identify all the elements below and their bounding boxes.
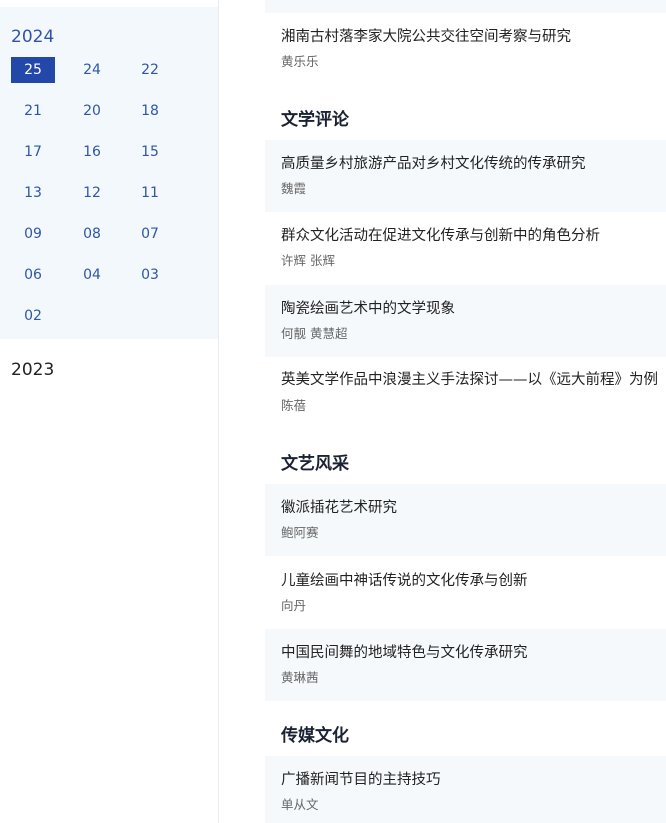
issue-03-button[interactable]: 03 (128, 262, 172, 288)
issue-22-button[interactable]: 22 (128, 57, 172, 83)
issue-13-button[interactable]: 13 (11, 180, 55, 206)
article-card[interactable] (265, 212, 666, 284)
section-heading: 文艺风采 (281, 454, 349, 474)
issue-25-button[interactable]: 25 (11, 57, 55, 83)
year-2024-label[interactable]: 2024 (11, 27, 54, 47)
article-title[interactable]: 徽派插花艺术研究 (281, 499, 397, 517)
article-authors: 魏霞 (281, 181, 307, 196)
issue-06-button[interactable]: 06 (11, 262, 55, 288)
article-authors: 向丹 (281, 598, 307, 613)
article-card[interactable] (265, 285, 666, 357)
article-card[interactable] (265, 756, 666, 823)
year-sidebar: 2024 25 24 22 21 20 18 17 16 15 13 12 11… (0, 0, 218, 823)
article-card[interactable] (265, 13, 666, 83)
previous-article-card-edge (265, 0, 666, 13)
issue-07-button[interactable]: 07 (128, 221, 172, 247)
article-authors: 黄琳茜 (281, 670, 319, 685)
article-card[interactable] (265, 357, 666, 429)
article-card[interactable] (265, 557, 666, 629)
article-authors: 陈蓓 (281, 398, 307, 413)
issue-18-button[interactable]: 18 (128, 98, 172, 124)
article-authors: 鲍阿赛 (281, 525, 319, 540)
article-title[interactable]: 陶瓷绘画艺术中的文学现象 (281, 300, 455, 318)
issue-15-button[interactable]: 15 (128, 139, 172, 165)
section-heading: 传媒文化 (281, 726, 349, 746)
article-title[interactable]: 群众文化活动在促进文化传承与创新中的角色分析 (281, 227, 600, 245)
article-card[interactable] (265, 484, 666, 556)
sidebar-divider (218, 0, 219, 823)
issue-24-button[interactable]: 24 (70, 57, 114, 83)
issue-21-button[interactable]: 21 (11, 98, 55, 124)
issue-02-button[interactable]: 02 (11, 303, 55, 329)
article-title[interactable]: 湘南古村落李家大院公共交往空间考察与研究 (281, 28, 571, 46)
article-title[interactable]: 儿童绘画中神话传说的文化传承与创新 (281, 572, 528, 590)
issue-20-button[interactable]: 20 (70, 98, 114, 124)
issue-12-button[interactable]: 12 (70, 180, 114, 206)
issue-08-button[interactable]: 08 (70, 221, 114, 247)
article-title[interactable]: 广播新闻节目的主持技巧 (281, 771, 441, 789)
year-2023-label[interactable]: 2023 (11, 360, 54, 380)
article-authors: 单从文 (281, 797, 319, 812)
article-title[interactable]: 高质量乡村旅游产品对乡村文化传统的传承研究 (281, 155, 586, 173)
article-title[interactable]: 中国民间舞的地域特色与文化传承研究 (281, 644, 528, 662)
issue-16-button[interactable]: 16 (70, 139, 114, 165)
issue-09-button[interactable]: 09 (11, 221, 55, 247)
article-title-clip: 英美文学作品中浪漫主义手法探讨——以《远大前程》为例 (265, 370, 666, 392)
article-authors: 何靓 黄慧超 (281, 326, 348, 341)
article-authors: 黄乐乐 (281, 54, 319, 69)
issue-11-button[interactable]: 11 (128, 180, 172, 206)
article-card[interactable] (265, 629, 666, 701)
section-heading: 文学评论 (281, 110, 349, 130)
article-card[interactable] (265, 140, 666, 212)
article-authors: 许辉 张辉 (281, 253, 335, 268)
issue-17-button[interactable]: 17 (11, 139, 55, 165)
article-title[interactable]: 英美文学作品中浪漫主义手法探讨——以《远大前程》为例 (281, 371, 658, 389)
issue-04-button[interactable]: 04 (70, 262, 114, 288)
